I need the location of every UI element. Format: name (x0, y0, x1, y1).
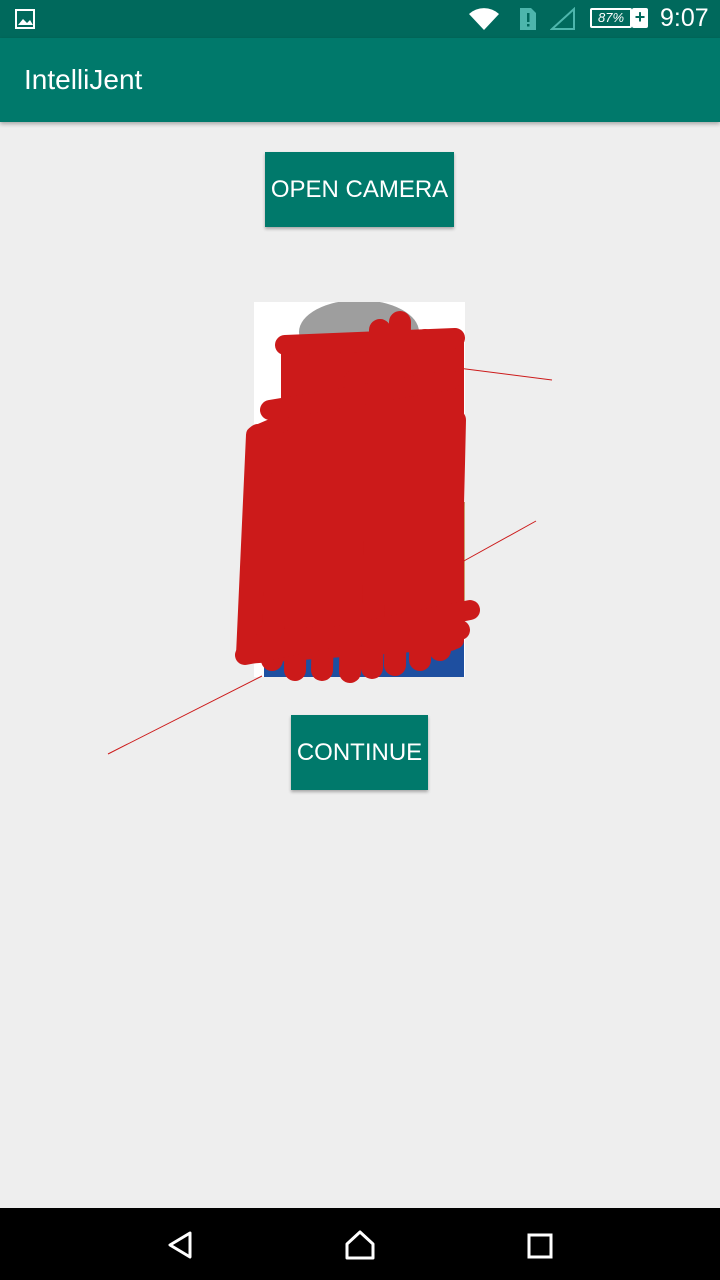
navigation-bar (0, 1208, 720, 1280)
wifi-icon (469, 8, 499, 31)
home-icon[interactable] (343, 1228, 377, 1262)
status-bar: 87% + 9:07 (0, 0, 720, 38)
gallery-icon (15, 9, 35, 29)
app-title: IntelliJent (24, 64, 143, 95)
battery-charging-icon: + (632, 8, 648, 28)
sim-alert-icon (520, 8, 536, 30)
back-icon[interactable] (166, 1230, 196, 1260)
battery-icon: 87% (590, 8, 632, 28)
captured-photo (254, 302, 465, 677)
open-camera-button[interactable]: OPEN CAMERA (265, 152, 454, 227)
continue-button[interactable]: CONTINUE (291, 715, 428, 790)
status-time: 9:07 (660, 4, 709, 32)
signal-icon (550, 7, 575, 30)
recents-icon[interactable] (527, 1233, 553, 1259)
app-bar: IntelliJent (0, 38, 720, 122)
